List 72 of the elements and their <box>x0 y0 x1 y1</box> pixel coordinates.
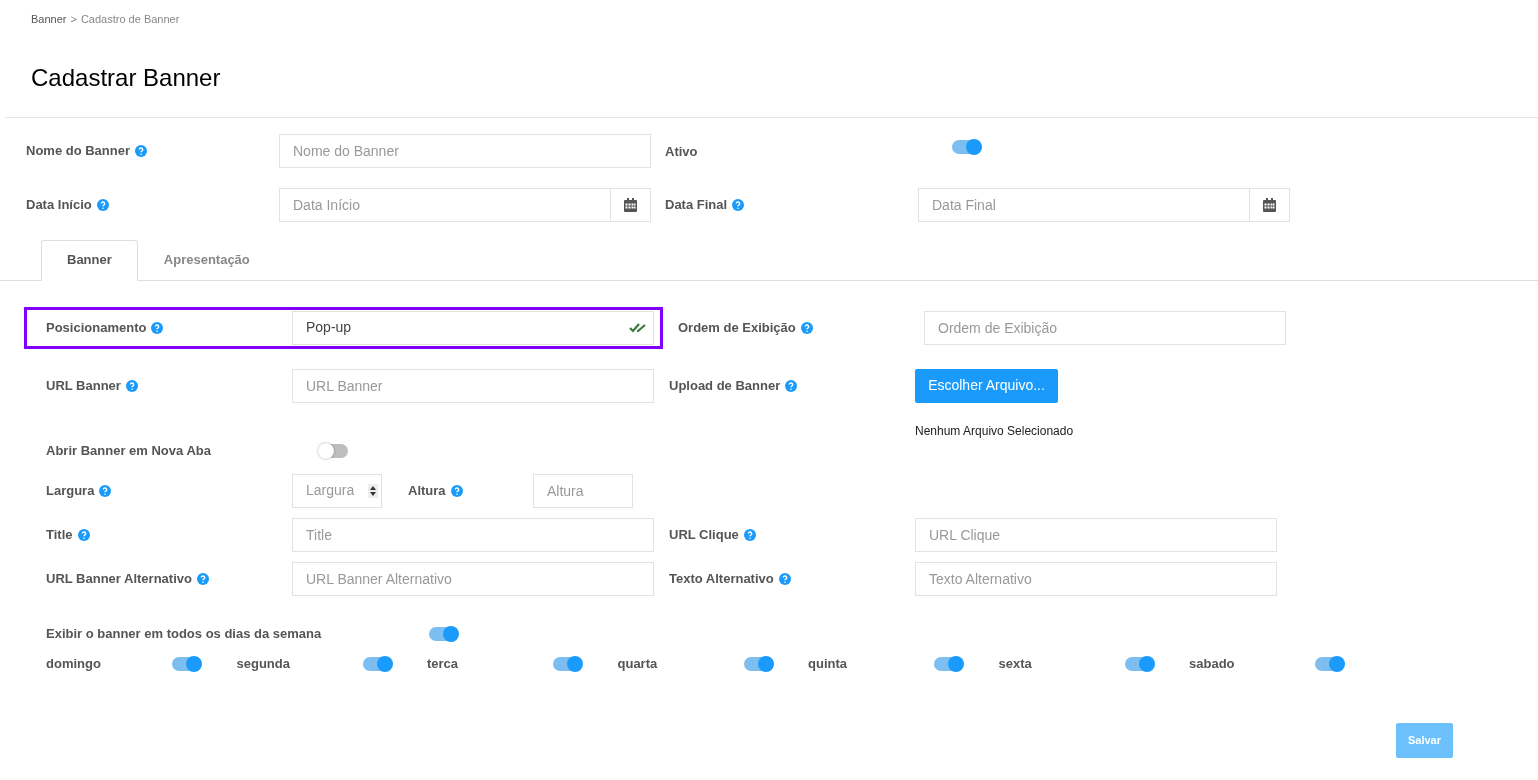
field-label: Nome do Banner <box>26 141 130 160</box>
field-label: Largura <box>46 481 95 500</box>
help-icon[interactable] <box>77 528 90 541</box>
help-icon[interactable] <box>800 321 813 334</box>
input-field[interactable]: Data Final <box>918 187 1250 222</box>
calendar-button[interactable] <box>611 187 651 222</box>
field-label: Data Final <box>665 195 728 214</box>
field-label: URL Banner Alternativo <box>46 569 192 588</box>
help-icon[interactable] <box>196 572 209 585</box>
help-icon[interactable] <box>778 572 791 585</box>
help-icon[interactable] <box>450 484 463 497</box>
field-label: Ordem de Exibição <box>678 318 796 337</box>
toggle-switch[interactable] <box>1315 656 1344 671</box>
toggle-switch[interactable] <box>319 443 348 458</box>
toggle-switch[interactable] <box>429 626 458 641</box>
page-title: Cadastrar Banner <box>30 62 222 93</box>
help-icon[interactable] <box>785 379 798 392</box>
breadcrumb-separator: > <box>70 12 77 27</box>
help-icon[interactable] <box>732 198 745 211</box>
day-label: sexta <box>998 654 1033 673</box>
day-label: quinta <box>808 654 848 673</box>
help-icon[interactable] <box>743 528 756 541</box>
input-field[interactable]: Texto Alternativo <box>915 561 1277 596</box>
breadcrumb-link[interactable]: Banner <box>31 11 67 28</box>
file-status-text: Nenhum Arquivo Selecionado <box>915 422 1074 440</box>
breadcrumb-link[interactable]: Cadastro de Banner <box>80 11 180 28</box>
help-icon[interactable] <box>96 198 109 211</box>
field-label: Upload de Banner <box>669 376 781 395</box>
day-label: terca <box>427 654 460 673</box>
toggle-switch[interactable] <box>1124 656 1154 671</box>
day-label: quarta <box>617 654 659 673</box>
help-icon[interactable] <box>99 484 112 497</box>
day-label: segunda <box>236 654 291 673</box>
save-button[interactable]: Salvar <box>1396 722 1453 758</box>
toggle-switch[interactable] <box>934 656 963 671</box>
tab[interactable]: Banner <box>41 239 138 281</box>
input-field[interactable]: URL Banner <box>292 368 654 403</box>
field-label: Altura <box>408 481 446 500</box>
field-label: URL Clique <box>669 525 739 544</box>
tab[interactable]: Apresentação <box>137 239 276 281</box>
spinner-icon[interactable] <box>368 483 378 498</box>
toggle-switch[interactable] <box>362 656 392 671</box>
field-label: URL Banner <box>46 376 121 395</box>
help-icon[interactable] <box>135 144 147 157</box>
help-icon[interactable] <box>125 379 138 392</box>
help-icon[interactable] <box>151 321 164 334</box>
field-label: Title <box>46 525 73 544</box>
field-label: Texto Alternativo <box>669 569 774 588</box>
choose-file-button[interactable]: Escolher Arquivo... <box>915 368 1058 403</box>
input-field[interactable]: Nome do Banner <box>279 133 651 168</box>
input-field[interactable]: URL Clique <box>915 517 1277 552</box>
calendar-button[interactable] <box>1250 187 1290 222</box>
toggle-switch[interactable] <box>952 139 981 154</box>
toggle-switch[interactable] <box>743 656 773 671</box>
toggle-switch[interactable] <box>553 656 582 671</box>
toggle-switch[interactable] <box>172 656 201 671</box>
field-label: Abrir Banner em Nova Aba <box>46 441 211 460</box>
day-label: domingo <box>46 654 102 673</box>
field-label: Exibir o banner em todos os dias da semana <box>46 624 323 643</box>
number-field[interactable]: Largura <box>292 473 382 508</box>
field-label: Data Início <box>26 195 92 214</box>
select-field[interactable]: Pop-up <box>292 310 654 345</box>
calendar-icon <box>1263 197 1276 212</box>
field-label: Posicionamento <box>46 318 147 337</box>
calendar-icon <box>624 197 637 212</box>
input-field[interactable]: Altura <box>533 473 633 508</box>
day-label: sabado <box>1189 654 1236 673</box>
input-field[interactable]: Data Início <box>279 187 611 222</box>
input-field[interactable]: Ordem de Exibição <box>924 310 1286 345</box>
field-label: Ativo <box>665 142 698 161</box>
input-field[interactable]: Title <box>292 517 654 552</box>
input-field[interactable]: URL Banner Alternativo <box>292 561 654 596</box>
